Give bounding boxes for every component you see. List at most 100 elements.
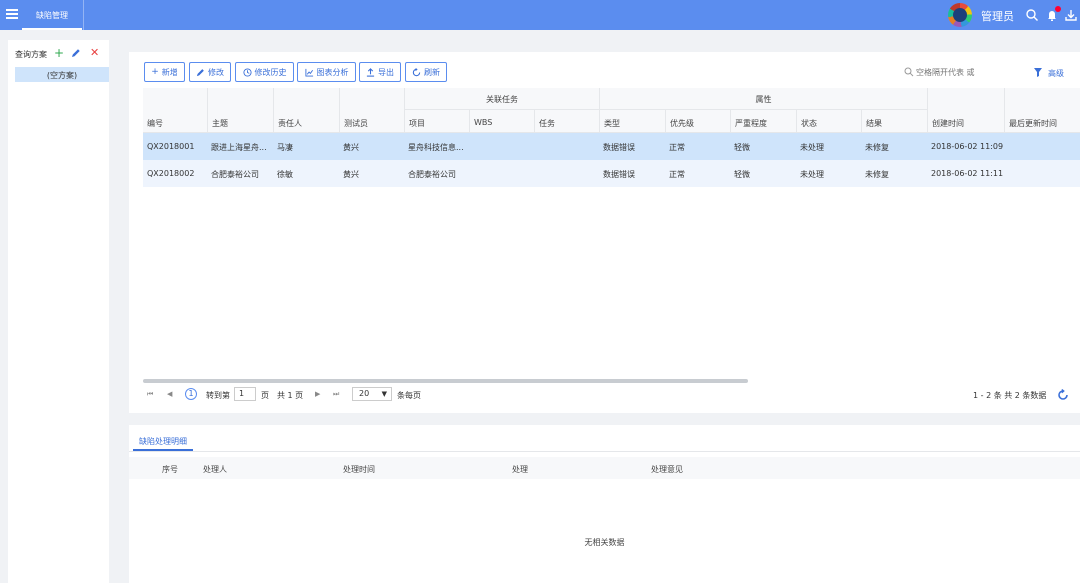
total-pages-label: 共 1 页 — [277, 391, 304, 400]
cell-status: 未处理 — [800, 143, 824, 152]
search-icon[interactable] — [1025, 8, 1039, 22]
detail-table-header: 序号 处理人 处理时间 处理 处理意见 — [129, 457, 1080, 479]
page-number-input[interactable]: 1 — [234, 387, 256, 401]
tab-divider — [129, 451, 1080, 452]
edit-plan-icon[interactable] — [71, 48, 81, 58]
cell-tester: 黄兴 — [343, 170, 359, 179]
export-button[interactable]: 导出 — [359, 62, 401, 82]
horizontal-scrollbar[interactable] — [143, 379, 748, 383]
top-bar: 缺陷管理 管理员 — [0, 0, 1080, 30]
column-header-index[interactable]: 序号 — [162, 464, 178, 475]
column-header-owner[interactable]: 责任人 — [273, 110, 339, 133]
notification-bell-icon[interactable] — [1045, 6, 1061, 22]
cell-id: QX2018002 — [147, 169, 195, 178]
cell-priority: 正常 — [669, 170, 685, 179]
column-header-status[interactable]: 状态 — [796, 110, 861, 133]
group-header-related-task: 关联任务 — [404, 88, 599, 110]
organization-logo-icon — [948, 3, 972, 27]
record-summary: 1 - 2 条 共 2 条数据 — [973, 391, 1047, 400]
goto-page-label: 转到第 — [206, 391, 230, 400]
cell-id: QX2018001 — [147, 142, 195, 151]
download-icon[interactable] — [1064, 8, 1078, 22]
column-header-opinion[interactable]: 处理意见 — [651, 464, 683, 475]
table-row[interactable]: QX2018001 跟进上海星舟... 马凄 黄兴 星舟科技信息... 数据错误… — [143, 133, 1080, 160]
cell-type: 数据错误 — [603, 143, 635, 152]
column-header-handler[interactable]: 处理人 — [203, 464, 227, 475]
column-header-project[interactable]: 项目 — [404, 110, 469, 133]
first-page-icon[interactable]: ⏮ — [147, 390, 153, 399]
column-header-last-updated[interactable]: 最后更新时间 — [1004, 110, 1080, 133]
plus-icon: + — [151, 66, 159, 77]
column-header-priority[interactable]: 优先级 — [665, 110, 730, 133]
filter-icon — [1034, 68, 1042, 77]
empty-data-message: 无相关数据 — [584, 538, 625, 547]
last-page-icon[interactable]: ⏭ — [333, 390, 339, 399]
query-plan-title: 查询方案 — [15, 50, 47, 59]
modify-history-button[interactable]: 修改历史 — [235, 62, 294, 82]
top-divider — [83, 0, 84, 30]
column-header-type[interactable]: 类型 — [599, 110, 665, 133]
cell-wbs — [469, 133, 534, 160]
header-divider — [1004, 88, 1005, 110]
grid-header: 关联任务 属性 编号 主题 责任人 测试员 项目 WBS 任务 类型 优先级 严… — [143, 88, 1080, 133]
cell-tester: 黄兴 — [343, 143, 359, 152]
cell-status: 未处理 — [800, 170, 824, 179]
pager-refresh-icon[interactable] — [1057, 389, 1069, 401]
column-header-handling[interactable]: 处理 — [512, 464, 528, 475]
column-header-handle-time[interactable]: 处理时间 — [343, 464, 375, 475]
query-plan-item[interactable]: (空方案) — [15, 67, 109, 82]
column-header-task[interactable]: 任务 — [534, 110, 599, 133]
header-divider — [273, 88, 274, 110]
chart-analysis-button[interactable]: 图表分析 — [297, 62, 356, 82]
cell-project: 星舟科技信息... — [408, 143, 464, 152]
cell-wbs — [469, 160, 534, 187]
cell-created-time: 2018-06-02 11:09 — [931, 142, 1004, 151]
chart-icon — [304, 68, 313, 77]
column-header-severity[interactable]: 严重程度 — [730, 110, 796, 133]
page-suffix-label: 页 — [261, 391, 269, 400]
cell-owner: 马凄 — [277, 143, 293, 152]
delete-plan-icon[interactable]: ✕ — [90, 47, 99, 59]
export-icon — [366, 67, 375, 77]
table-row[interactable]: QX2018002 合肥泰裕公司 徐敏 黄兴 合肥泰裕公司 数据错误 正常 轻微… — [143, 160, 1080, 187]
column-header-wbs[interactable]: WBS — [469, 110, 534, 133]
prev-page-icon[interactable]: ◀ — [167, 390, 172, 398]
search-input[interactable] — [916, 66, 1016, 78]
notification-dot — [1055, 6, 1061, 12]
current-page-indicator[interactable]: 1 — [185, 388, 197, 400]
search-icon[interactable] — [904, 67, 914, 77]
hamburger-menu-icon[interactable] — [6, 7, 18, 21]
cell-result: 未修复 — [865, 143, 889, 152]
header-divider — [927, 88, 928, 110]
cell-task — [534, 160, 599, 187]
chevron-down-icon: ▼ — [381, 390, 387, 398]
add-plan-icon[interactable]: + — [54, 47, 64, 59]
cell-last-updated — [1004, 160, 1080, 187]
cell-task — [534, 133, 599, 160]
group-header-attributes: 属性 — [599, 88, 927, 110]
search-box — [904, 66, 1024, 80]
refresh-button[interactable]: 刷新 — [405, 62, 447, 82]
per-page-label: 条每页 — [397, 391, 421, 400]
page-size-select[interactable]: 20 ▼ — [352, 387, 392, 401]
cell-last-updated — [1004, 133, 1080, 160]
column-header-tester[interactable]: 测试员 — [339, 110, 404, 133]
header-divider — [339, 88, 340, 110]
column-header-result[interactable]: 结果 — [861, 110, 927, 133]
column-header-created-time[interactable]: 创建时间 — [927, 110, 1004, 133]
header-divider — [207, 88, 208, 110]
cell-result: 未修复 — [865, 170, 889, 179]
defect-list-panel: +新增 修改 修改历史 图表分析 导出 刷新 高级 关联任务 属性 — [129, 52, 1080, 413]
advanced-filter-label: 高级 — [1048, 69, 1064, 78]
edit-button[interactable]: 修改 — [189, 62, 231, 82]
cell-priority: 正常 — [669, 143, 685, 152]
user-name[interactable]: 管理员 — [981, 8, 1014, 24]
column-header-id[interactable]: 编号 — [143, 110, 207, 133]
next-page-icon[interactable]: ▶ — [315, 390, 320, 398]
tab-defect-handling-detail[interactable]: 缺陷处理明细 — [133, 433, 193, 451]
column-header-subject[interactable]: 主题 — [207, 110, 273, 133]
tab-defect-management[interactable]: 缺陷管理 — [22, 0, 82, 30]
query-plan-panel: 查询方案 + ✕ (空方案) — [8, 40, 109, 583]
query-plan-header: 查询方案 + ✕ — [8, 47, 109, 62]
add-button[interactable]: + 新增 — [144, 62, 185, 82]
